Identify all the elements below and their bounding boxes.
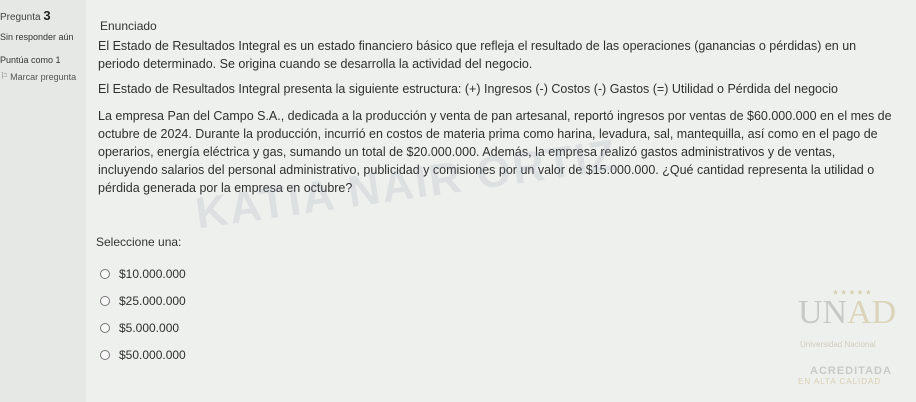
unad-logo: ★★★★★ UNAD Universidad Nacional ACREDITA… (798, 288, 913, 393)
radio-button[interactable] (100, 268, 110, 279)
answer-option-label: $25.000.000 (119, 293, 186, 308)
question-label: Pregunta 3 (0, 8, 51, 23)
answer-option[interactable]: $5.000.000 (100, 314, 186, 341)
flag-question-link[interactable]: ⚐ Marcar pregunta (0, 71, 76, 82)
question-points: Puntúa como 1 (0, 55, 61, 65)
answer-option-label: $5.000.000 (119, 320, 180, 335)
accreditation-quality: EN ALTA CALIDAD (798, 377, 882, 386)
radio-button[interactable] (100, 322, 110, 333)
answer-option-label: $50.000.000 (119, 347, 186, 362)
unad-logo-text: UNAD (798, 294, 897, 331)
answer-option[interactable]: $10.000.000 (100, 260, 186, 287)
flag-question-label: Marcar pregunta (10, 71, 77, 82)
question-info-sidebar: Pregunta 3 Sin responder aún Puntúa como… (0, 0, 86, 402)
radio-button[interactable] (100, 295, 110, 306)
question-paragraph-1: El Estado de Resultados Integral es un e… (98, 39, 857, 71)
flag-icon: ⚐ (0, 71, 9, 81)
answer-option[interactable]: $25.000.000 (100, 287, 186, 314)
question-number: 3 (43, 8, 51, 23)
answer-option[interactable]: $50.000.000 (100, 341, 186, 368)
answer-option-label: $10.000.000 (119, 266, 186, 281)
question-paragraph-2: El Estado de Resultados Integral present… (98, 82, 838, 96)
accreditation-label: ACREDITADA (810, 365, 892, 377)
unad-subtitle: Universidad Nacional (800, 340, 876, 349)
question-content: Enunciado El Estado de Resultados Integr… (86, 0, 916, 402)
select-prompt: Seleccione una: (96, 235, 182, 249)
question-heading: Enunciado (100, 19, 157, 33)
question-status: Sin responder aún (0, 32, 74, 42)
radio-button[interactable] (100, 349, 110, 360)
answer-options: $10.000.000 $25.000.000 $5.000.000 $50.0… (100, 260, 186, 368)
